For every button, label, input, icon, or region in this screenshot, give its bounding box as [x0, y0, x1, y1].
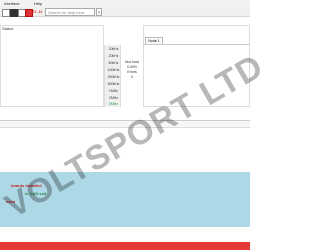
bitrate-item[interactable]: 200kHz	[107, 75, 120, 80]
toolbar: J2 J2	[0, 7, 250, 17]
j2-button-b[interactable]: J2	[38, 9, 42, 14]
bitrate-item[interactable]: 20kHz	[107, 54, 120, 59]
status-panel	[0, 25, 104, 107]
bus-status: Bus load 0.00% Errors 0	[121, 25, 143, 107]
bitrate-item[interactable]: 50kHz	[107, 61, 120, 66]
tab-divider	[143, 44, 250, 45]
errors-label: Errors	[127, 70, 137, 74]
save-icon[interactable]	[10, 9, 18, 17]
menu-help[interactable]: Help	[34, 1, 42, 6]
errors-value: 0	[131, 75, 133, 79]
bitrate-list: 10kHz 20kHz 50kHz 100kHz 200kHz 500kHz 1…	[104, 45, 121, 107]
status-strip	[0, 242, 250, 250]
help-icon[interactable]: ?	[96, 8, 102, 16]
bus-load-label: Bus load	[125, 60, 139, 64]
bus-load-value: 0.00%	[127, 65, 137, 69]
status-panel-title: Status	[2, 26, 14, 31]
bitrate-item-active[interactable]: 3MHz	[107, 102, 120, 107]
tab-node-1[interactable]: Node 1	[145, 37, 163, 44]
menu-bar: Interface Help	[0, 0, 250, 7]
search-input[interactable]: Search for help here.	[45, 8, 95, 16]
bitrate-item[interactable]: 2MHz	[107, 96, 120, 101]
bitrate-item[interactable]: 100kHz	[107, 68, 120, 73]
bitrate-item[interactable]: 10kHz	[107, 47, 120, 52]
bitrate-item[interactable]: 1MHz	[107, 89, 120, 94]
new-icon[interactable]	[2, 9, 10, 17]
j2-button-a[interactable]: J2	[32, 9, 36, 14]
bitrate-item[interactable]: 500kHz	[107, 82, 120, 87]
menu-interface[interactable]: Interface	[4, 1, 20, 6]
